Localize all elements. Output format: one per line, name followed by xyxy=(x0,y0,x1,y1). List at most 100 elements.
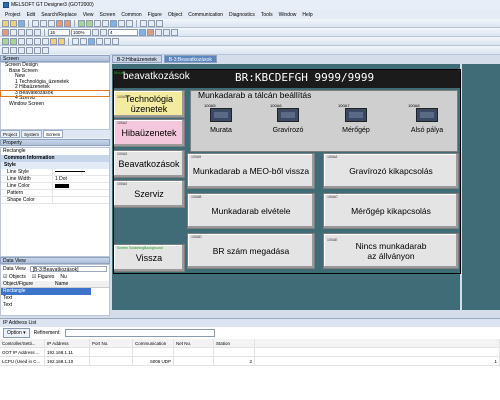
list-item[interactable]: Text xyxy=(1,302,109,309)
action-button-munkadarab-elvetele[interactable]: 100AB Munkadarab elvétele xyxy=(187,193,315,229)
property-row[interactable]: Line Width 1 Dot xyxy=(1,176,109,183)
property-section-header[interactable]: Common Information xyxy=(1,155,109,162)
bold-icon[interactable] xyxy=(92,28,99,36)
font-size-select[interactable]: 16 xyxy=(48,28,70,36)
menu-common[interactable]: Common xyxy=(118,12,144,18)
security-icon[interactable] xyxy=(104,37,111,45)
fill-color-icon[interactable] xyxy=(147,28,154,36)
menu-edit[interactable]: Edit xyxy=(24,12,39,18)
property-row[interactable]: Shape Color xyxy=(1,197,109,204)
lamp-murata[interactable]: 100A5 Murata xyxy=(204,103,238,143)
undo-icon[interactable] xyxy=(56,19,63,27)
redo-icon[interactable] xyxy=(64,19,71,27)
doc-tab-b3[interactable]: B-3:Beavatkozások xyxy=(163,55,217,63)
open-project-icon[interactable] xyxy=(10,19,17,27)
read-from-got-icon[interactable] xyxy=(86,19,93,27)
option-button[interactable]: Option ▾ xyxy=(3,328,30,338)
column-header[interactable]: Net No. xyxy=(174,339,214,347)
action-button-merogep-kikapcsolas[interactable]: 100AC Mérőgép kikapcsolás xyxy=(323,193,459,229)
table-row[interactable]: GOT IP Address ... 192.168.1.11 xyxy=(0,348,500,357)
ungroup-icon[interactable] xyxy=(171,28,178,36)
grid-icon[interactable] xyxy=(118,19,125,27)
simulator-icon[interactable] xyxy=(110,19,117,27)
menu-communication[interactable]: Communication xyxy=(185,12,226,18)
tab-project[interactable]: Project xyxy=(0,130,21,138)
new-project-icon[interactable] xyxy=(2,19,9,27)
circle-icon[interactable] xyxy=(18,28,25,36)
data-view-screen-select[interactable]: [B-3:Beavatkozások] xyxy=(29,266,107,273)
recipe-icon[interactable] xyxy=(88,37,95,45)
nav-button-vissza[interactable]: Screen SwitchingBackground Vissza xyxy=(113,244,185,272)
align-right-icon[interactable] xyxy=(10,46,17,54)
copy-icon[interactable] xyxy=(40,19,47,27)
alarm-icon[interactable] xyxy=(42,37,49,45)
screen-list-icon[interactable] xyxy=(102,19,109,27)
lamp-object-icon[interactable] xyxy=(10,37,17,45)
align-top-icon[interactable] xyxy=(18,46,25,54)
menu-screen[interactable]: Screen xyxy=(97,12,119,18)
lamp-also-palya[interactable]: 100A8 Alsó pálya xyxy=(406,103,448,143)
menu-tools[interactable]: Tools xyxy=(258,12,276,18)
switch-object-icon[interactable] xyxy=(2,37,9,45)
screen-switch-icon[interactable] xyxy=(94,19,101,27)
align-bottom-icon[interactable] xyxy=(26,46,33,54)
device-icon[interactable] xyxy=(72,37,79,45)
preview-icon[interactable] xyxy=(126,19,133,27)
align-left-icon[interactable] xyxy=(2,46,9,54)
group-icon[interactable] xyxy=(163,28,170,36)
column-header[interactable]: IP Address xyxy=(45,339,90,347)
figures-checkbox[interactable]: ☑ Figures xyxy=(32,274,55,280)
property-value[interactable]: 1 Dot xyxy=(53,176,109,182)
nav-button-beavatkozasok[interactable]: 100A3 Beavatkozások xyxy=(113,150,185,178)
line-icon[interactable] xyxy=(2,28,9,36)
script-icon[interactable] xyxy=(80,37,87,45)
layer-icon[interactable] xyxy=(155,28,162,36)
polyline-icon[interactable] xyxy=(26,28,33,36)
library-icon[interactable] xyxy=(112,37,119,45)
property-row[interactable]: Line Color xyxy=(1,183,109,190)
paste-icon[interactable] xyxy=(48,19,55,27)
action-button-br-szam[interactable]: 100AD BR szám megadása xyxy=(187,233,315,269)
lamp-merogep[interactable]: 100A7 Mérőgép xyxy=(336,103,376,143)
nav-button-technologia[interactable]: 100A1 Technológia üzenetek xyxy=(113,90,185,118)
menu-figure[interactable]: Figure xyxy=(145,12,165,18)
list-item[interactable]: Rectangle xyxy=(1,288,91,295)
logging-icon[interactable] xyxy=(96,37,103,45)
menu-project[interactable]: Project xyxy=(2,12,24,18)
property-style-header[interactable]: Style xyxy=(1,162,109,169)
property-value[interactable] xyxy=(53,197,109,203)
column-header[interactable]: Port No. xyxy=(90,339,133,347)
menu-diagnostics[interactable]: Diagnostics xyxy=(226,12,258,18)
table-row[interactable]: LCPU (Used in C... 192.168.1.10 5006 UDP… xyxy=(0,357,500,366)
text-icon[interactable] xyxy=(34,28,41,36)
tab-screen[interactable]: Screen xyxy=(43,130,64,138)
help-icon[interactable] xyxy=(156,19,163,27)
value-field[interactable]: 4 xyxy=(108,28,138,36)
column-object-figure[interactable]: Object/Figure xyxy=(1,281,53,287)
menu-search-replace[interactable]: Search/Replace xyxy=(38,12,80,18)
property-row[interactable]: Pattern xyxy=(1,190,109,197)
column-header[interactable]: Communication xyxy=(133,339,174,347)
replace-icon[interactable] xyxy=(148,19,155,27)
column-name[interactable]: Name xyxy=(53,281,68,287)
list-item[interactable]: Text xyxy=(1,295,109,302)
menu-window[interactable]: Window xyxy=(276,12,300,18)
comment-icon[interactable] xyxy=(34,37,41,45)
property-value[interactable] xyxy=(53,183,109,189)
nav-button-szerviz[interactable]: 100A4 Szerviz xyxy=(113,180,185,208)
send-back-icon[interactable] xyxy=(42,46,49,54)
property-value[interactable] xyxy=(53,190,109,196)
menu-object[interactable]: Object xyxy=(165,12,185,18)
color-icon[interactable] xyxy=(139,28,146,36)
text-display-icon[interactable] xyxy=(26,37,33,45)
nav-button-hibauzenetek[interactable]: 100A2 Hibaüzenetek xyxy=(113,119,185,147)
property-row[interactable]: Line Style xyxy=(1,169,109,176)
doc-tab-b2[interactable]: B-2:Hibaüzenetek xyxy=(112,55,162,63)
tree-item-window-screen[interactable]: Window Screen xyxy=(1,101,109,108)
align-icon[interactable] xyxy=(100,28,107,36)
column-header[interactable]: Controller/Setti... xyxy=(0,339,45,347)
trend-icon[interactable] xyxy=(58,37,65,45)
graph-icon[interactable] xyxy=(50,37,57,45)
find-icon[interactable] xyxy=(140,19,147,27)
write-to-got-icon[interactable] xyxy=(78,19,85,27)
